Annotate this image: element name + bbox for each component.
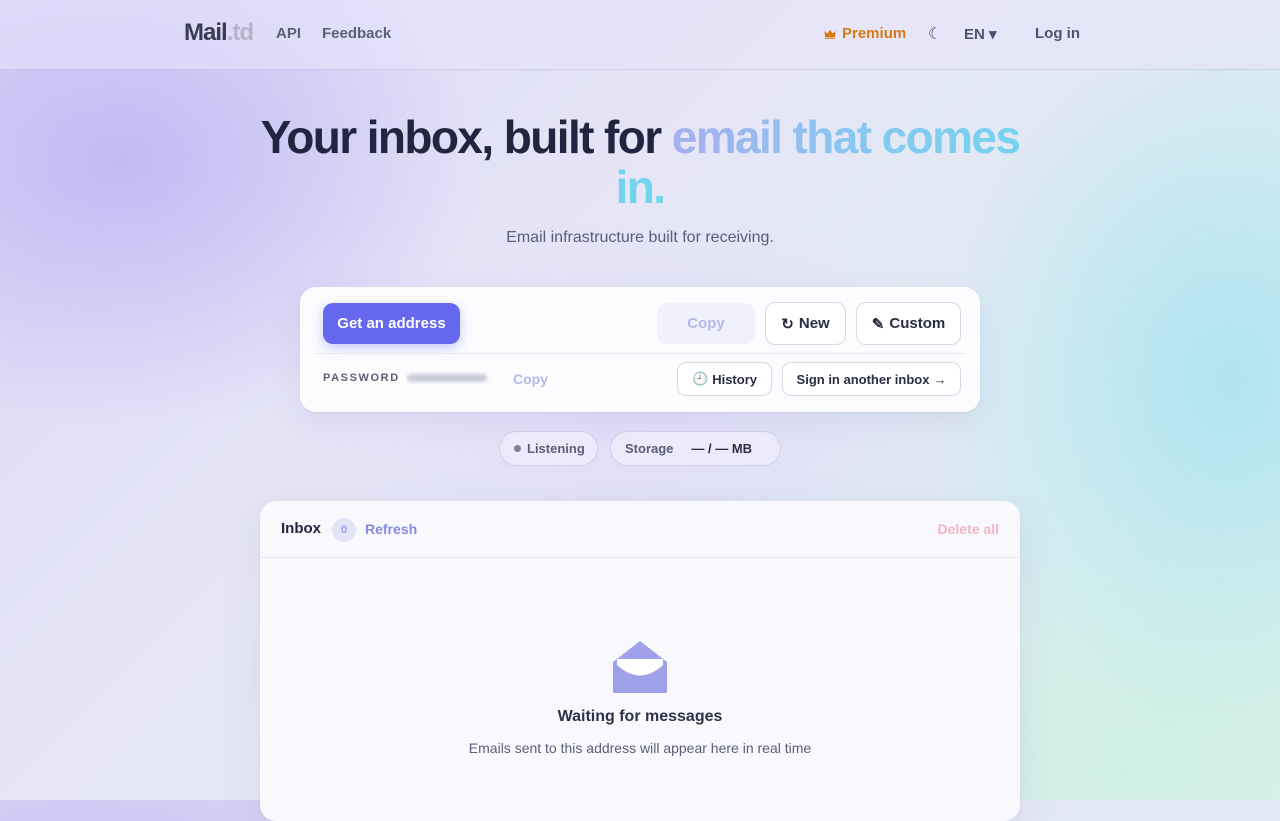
- arrow-right-icon: →: [933, 371, 947, 387]
- hero-subtitle: Email infrastructure built for receiving…: [506, 229, 774, 246]
- new-address-button[interactable]: ↻ New: [765, 302, 846, 345]
- copy-address-button[interactable]: Copy: [657, 303, 755, 344]
- crown-icon: [824, 29, 836, 39]
- empty-state-title: Waiting for messages: [557, 708, 723, 725]
- logo-suffix: .td: [226, 19, 254, 46]
- listening-label: Listening: [527, 441, 585, 456]
- sign-in-another-inbox-button[interactable]: Sign in another inbox →: [782, 362, 961, 396]
- get-address-button[interactable]: Get an address: [323, 303, 460, 344]
- language-selector[interactable]: EN ▾: [964, 25, 997, 43]
- hero-title-plain: Your inbox, built for: [260, 111, 672, 163]
- card-divider: [315, 353, 965, 354]
- refresh-button[interactable]: Refresh: [365, 521, 417, 537]
- pencil-icon: ✎: [871, 315, 885, 333]
- hero-title: Your inbox, built for email that comes i…: [240, 112, 1040, 212]
- refresh-icon: ↻: [781, 315, 794, 333]
- nav-api-link[interactable]: API: [276, 25, 301, 42]
- nav-feedback-link[interactable]: Feedback: [322, 25, 391, 42]
- password-hidden-value: [407, 374, 487, 382]
- inbox-count-badge: 0: [332, 518, 356, 542]
- status-dot-icon: [514, 445, 521, 452]
- empty-state-subtitle: Emails sent to this address will appear …: [468, 740, 812, 756]
- copy-password-button[interactable]: Copy: [513, 371, 548, 387]
- logo-main: Mail: [184, 19, 228, 46]
- storage-value: — / — MB: [691, 441, 753, 456]
- logo[interactable]: Mail.td: [184, 19, 254, 47]
- history-label: History: [712, 371, 757, 387]
- inbox-panel: Inbox 0 Refresh Delete all Waiting for m…: [260, 501, 1020, 821]
- storage-label: Storage: [625, 441, 674, 456]
- inbox-title: Inbox: [281, 520, 321, 537]
- premium-label: Premium: [842, 25, 907, 42]
- clock-icon: 🕘: [692, 371, 709, 386]
- storage-status: Storage — / — MB: [610, 431, 781, 466]
- login-link[interactable]: Log in: [1035, 25, 1080, 42]
- new-address-label: New: [798, 315, 830, 332]
- password-label: PASSWORD: [323, 372, 400, 384]
- custom-address-label: Custom: [889, 315, 946, 332]
- hero-title-highlight: email that comes in.: [615, 111, 1021, 213]
- open-envelope-icon: [612, 640, 668, 699]
- moon-icon[interactable]: ☾: [928, 24, 942, 44]
- top-nav: Mail.td API Feedback Premium ☾ EN ▾ Log …: [0, 0, 1280, 70]
- sign-in-another-label: Sign in another inbox: [796, 371, 930, 387]
- inbox-header: Inbox 0 Refresh Delete all: [260, 501, 1020, 558]
- premium-link[interactable]: Premium: [824, 25, 906, 42]
- custom-address-button[interactable]: ✎ Custom: [856, 302, 961, 345]
- history-button[interactable]: 🕘 History: [677, 362, 772, 396]
- listening-status: Listening: [499, 431, 598, 466]
- address-card: Get an address Copy ↻ New ✎ Custom PASSW…: [300, 287, 980, 412]
- delete-all-button[interactable]: Delete all: [938, 521, 999, 537]
